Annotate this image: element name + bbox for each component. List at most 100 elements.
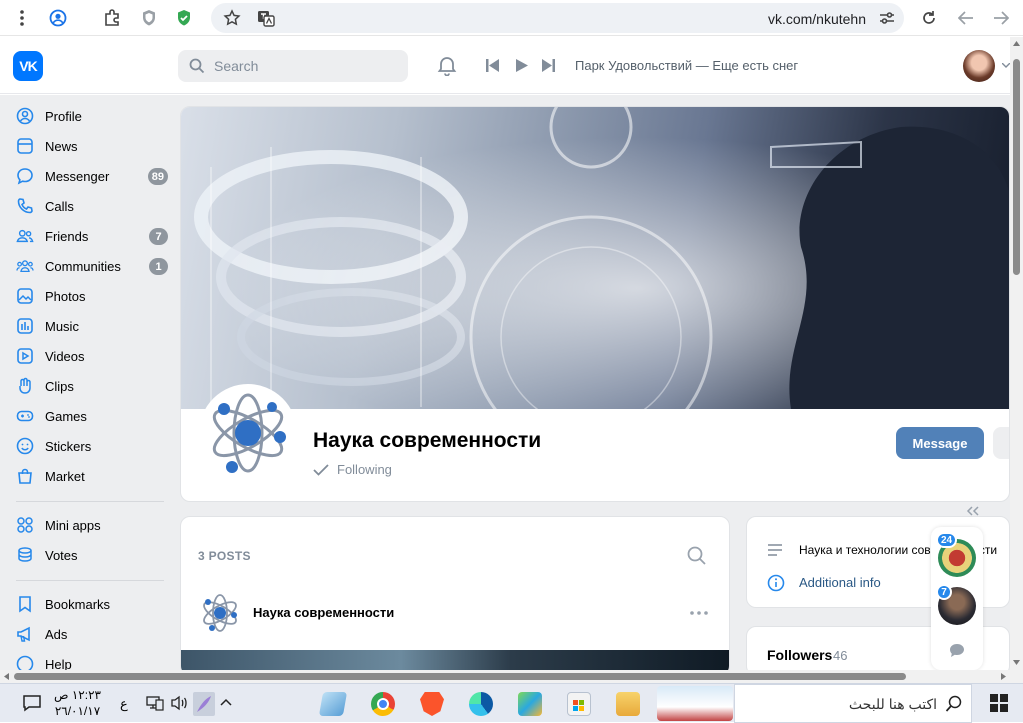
phone-icon — [16, 197, 34, 215]
site-settings-icon[interactable] — [878, 9, 896, 27]
message-bubble-icon — [16, 167, 34, 185]
friends-count-badge: 7 — [149, 228, 168, 245]
sidebar-item-profile[interactable]: Profile — [16, 102, 168, 130]
volume-icon[interactable] — [171, 695, 189, 711]
scroll-down-arrow-icon[interactable] — [1013, 660, 1020, 665]
more-actions-button[interactable] — [993, 427, 1009, 459]
vpn-shield-icon[interactable] — [173, 7, 195, 29]
post-author-name[interactable]: Наука современности — [253, 605, 394, 620]
scroll-left-arrow-icon[interactable] — [4, 673, 9, 680]
sidebar-item-messenger[interactable]: Messenger 89 — [16, 162, 168, 190]
sidebar-item-music[interactable]: Music — [16, 312, 168, 340]
scroll-up-arrow-icon[interactable] — [1013, 41, 1020, 46]
system-clock[interactable]: ١٢:٢٣ ص ٢٦/٠١/١٧ — [54, 687, 101, 719]
horizontal-scrollbar-thumb[interactable] — [14, 673, 906, 680]
extensions-icon[interactable] — [101, 7, 123, 29]
mini-apps-icon — [16, 516, 34, 534]
vertical-scrollbar-thumb[interactable] — [1013, 59, 1020, 275]
collapse-chevrons-icon[interactable] — [966, 506, 980, 516]
shopping-bag-icon — [16, 467, 34, 485]
sidebar-item-label: Messenger — [45, 168, 110, 184]
sidebar-item-votes[interactable]: Votes — [16, 541, 168, 569]
sidebar-item-label: Clips — [45, 378, 74, 394]
sidebar-item-bookmarks[interactable]: Bookmarks — [16, 590, 168, 618]
forward-arrow-icon[interactable] — [990, 7, 1012, 29]
sidebar-item-news[interactable]: News — [16, 132, 168, 160]
previous-track-icon[interactable] — [486, 59, 499, 72]
sidebar-item-communities[interactable]: Communities 1 — [16, 252, 168, 280]
chat-unread-badge: 24 — [936, 532, 958, 548]
sidebar-item-label: Photos — [45, 288, 86, 304]
sidebar-item-photos[interactable]: Photos — [16, 282, 168, 310]
user-circle-icon — [16, 107, 34, 125]
sidebar-item-videos[interactable]: Videos — [16, 342, 168, 370]
sidebar-item-games[interactable]: Games — [16, 402, 168, 430]
sidebar-item-label: Ads — [45, 626, 68, 642]
sidebar-item-label: Mini apps — [45, 517, 101, 533]
megaphone-icon — [16, 625, 34, 643]
vertical-scrollbar[interactable] — [1010, 37, 1023, 670]
chrome-browser-icon[interactable] — [371, 692, 395, 716]
url-text[interactable]: vk.com/nkutehn — [768, 11, 866, 27]
bookmark-star-icon[interactable] — [223, 9, 241, 27]
clock-time: ١٢:٢٣ ص — [54, 688, 101, 702]
following-status[interactable]: Following — [313, 462, 392, 477]
notifications-bell-icon[interactable] — [436, 54, 458, 76]
reload-icon[interactable] — [918, 7, 940, 29]
address-bar[interactable]: vk.com/nkutehn — [211, 3, 904, 33]
edge-browser-icon[interactable] — [469, 692, 493, 716]
sidebar-item-clips[interactable]: Clips — [16, 372, 168, 400]
file-explorer-icon[interactable] — [616, 692, 640, 716]
search-input[interactable]: Search — [178, 50, 408, 82]
store-app-icon[interactable] — [567, 692, 591, 716]
post-author-avatar[interactable] — [199, 592, 241, 634]
feather-app-icon[interactable] — [193, 692, 215, 716]
sidebar-item-friends[interactable]: Friends 7 — [16, 222, 168, 250]
unread-count-badge: 89 — [147, 168, 168, 185]
vk-logo[interactable]: VK — [13, 51, 43, 81]
sidebar-item-calls[interactable]: Calls — [16, 192, 168, 220]
game-app-icon[interactable] — [518, 692, 542, 716]
community-title: Наука современности — [313, 429, 542, 452]
followers-label[interactable]: Followers — [767, 647, 832, 663]
chevron-up-icon[interactable] — [220, 698, 232, 706]
profile-icon[interactable] — [47, 7, 69, 29]
chevron-down-icon[interactable] — [1002, 63, 1010, 68]
play-icon[interactable] — [516, 59, 528, 72]
more-horizontal-icon[interactable] — [690, 611, 708, 615]
windows-start-icon[interactable] — [990, 694, 1008, 712]
posts-card: 3 POSTS Наука современности — [180, 516, 730, 676]
chat-bubble-icon[interactable] — [949, 643, 965, 658]
additional-info-link[interactable]: Additional info — [799, 575, 881, 590]
network-icon[interactable] — [146, 695, 164, 711]
sidebar-item-label: Market — [45, 468, 85, 484]
community-avatar[interactable] — [199, 384, 297, 482]
search-posts-icon[interactable] — [687, 546, 707, 566]
sidebar-item-mini-apps[interactable]: Mini apps — [16, 511, 168, 539]
bookmark-icon — [16, 595, 34, 613]
input-language[interactable]: ع — [120, 696, 128, 712]
now-playing-track[interactable]: Парк Удовольствий — Еще есть снег — [575, 58, 798, 73]
search-icon — [945, 695, 963, 713]
brave-browser-icon[interactable] — [420, 692, 444, 716]
sidebar-item-stickers[interactable]: Stickers — [16, 432, 168, 460]
back-arrow-icon[interactable] — [955, 7, 977, 29]
sidebar-item-ads[interactable]: Ads — [16, 620, 168, 648]
vk-header: VK Search Парк Удовольствий — Еще есть с… — [0, 37, 1010, 94]
kebab-menu-icon[interactable] — [11, 7, 33, 29]
scroll-right-arrow-icon[interactable] — [1001, 673, 1006, 680]
notification-center-icon[interactable] — [22, 694, 42, 712]
sidebar-item-market[interactable]: Market — [16, 462, 168, 490]
notepad-app-icon[interactable] — [318, 692, 348, 716]
taskbar-search-input[interactable]: اكتب هنا للبحث — [734, 684, 972, 723]
message-button[interactable]: Message — [896, 427, 984, 459]
chat-unread-badge: 7 — [936, 584, 952, 600]
horizontal-scrollbar[interactable] — [0, 670, 1023, 683]
shield-extension-icon[interactable] — [138, 7, 160, 29]
next-track-icon[interactable] — [542, 59, 555, 72]
sidebar-divider — [16, 580, 164, 581]
info-icon — [767, 574, 785, 592]
translate-icon[interactable] — [256, 8, 276, 28]
weather-widget-image[interactable] — [657, 686, 733, 721]
user-avatar[interactable] — [963, 50, 995, 82]
